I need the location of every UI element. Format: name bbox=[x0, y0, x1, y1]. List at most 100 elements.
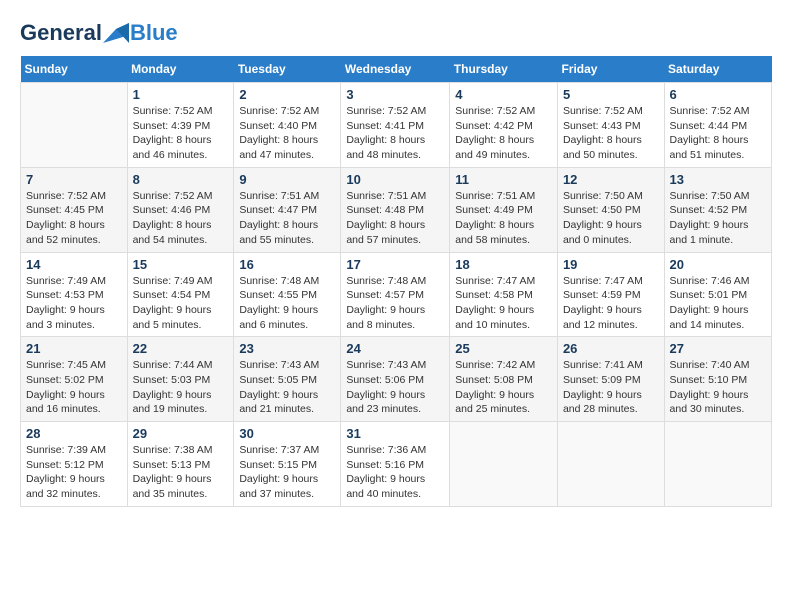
day-number: 17 bbox=[346, 257, 444, 272]
day-number: 23 bbox=[239, 341, 335, 356]
day-cell: 22Sunrise: 7:44 AMSunset: 5:03 PMDayligh… bbox=[127, 337, 234, 422]
week-row-1: 1 Sunrise: 7:52 AMSunset: 4:39 PMDaylight… bbox=[21, 83, 772, 168]
col-header-wednesday: Wednesday bbox=[341, 56, 450, 83]
day-info: Sunrise: 7:45 AMSunset: 5:02 PMDaylight:… bbox=[26, 358, 122, 417]
day-info: Sunrise: 7:49 AMSunset: 4:54 PMDaylight:… bbox=[133, 274, 229, 333]
day-cell: 26 Sunrise: 7:41 AMSunset: 5:09 PMDayligh… bbox=[557, 337, 664, 422]
day-cell: 9 Sunrise: 7:51 AMSunset: 4:47 PMDaylight… bbox=[234, 167, 341, 252]
day-cell bbox=[450, 422, 558, 507]
day-number: 19 bbox=[563, 257, 659, 272]
day-number: 3 bbox=[346, 87, 444, 102]
day-cell bbox=[557, 422, 664, 507]
calendar-table: SundayMondayTuesdayWednesdayThursdayFrid… bbox=[20, 56, 772, 507]
day-info: Sunrise: 7:48 AMSunset: 4:57 PMDaylight:… bbox=[346, 274, 444, 333]
week-row-3: 14Sunrise: 7:49 AMSunset: 4:53 PMDayligh… bbox=[21, 252, 772, 337]
day-number: 9 bbox=[239, 172, 335, 187]
day-info: Sunrise: 7:52 AMSunset: 4:43 PMDaylight:… bbox=[563, 104, 659, 163]
day-info: Sunrise: 7:52 AMSunset: 4:39 PMDaylight:… bbox=[133, 104, 229, 163]
day-number: 5 bbox=[563, 87, 659, 102]
day-cell bbox=[664, 422, 771, 507]
day-cell: 5 Sunrise: 7:52 AMSunset: 4:43 PMDaylight… bbox=[557, 83, 664, 168]
day-info: Sunrise: 7:44 AMSunset: 5:03 PMDaylight:… bbox=[133, 358, 229, 417]
day-number: 7 bbox=[26, 172, 122, 187]
day-number: 1 bbox=[133, 87, 229, 102]
day-info: Sunrise: 7:48 AMSunset: 4:55 PMDaylight:… bbox=[239, 274, 335, 333]
col-header-sunday: Sunday bbox=[21, 56, 128, 83]
day-cell: 12 Sunrise: 7:50 AMSunset: 4:50 PMDayligh… bbox=[557, 167, 664, 252]
day-cell: 6 Sunrise: 7:52 AMSunset: 4:44 PMDaylight… bbox=[664, 83, 771, 168]
day-cell: 16 Sunrise: 7:48 AMSunset: 4:55 PMDayligh… bbox=[234, 252, 341, 337]
day-number: 15 bbox=[133, 257, 229, 272]
day-info: Sunrise: 7:52 AMSunset: 4:42 PMDaylight:… bbox=[455, 104, 552, 163]
col-header-friday: Friday bbox=[557, 56, 664, 83]
day-number: 4 bbox=[455, 87, 552, 102]
day-cell: 3 Sunrise: 7:52 AMSunset: 4:41 PMDaylight… bbox=[341, 83, 450, 168]
day-info: Sunrise: 7:38 AMSunset: 5:13 PMDaylight:… bbox=[133, 443, 229, 502]
day-number: 10 bbox=[346, 172, 444, 187]
day-number: 31 bbox=[346, 426, 444, 441]
page-header: General Blue bbox=[20, 20, 772, 46]
day-cell: 15 Sunrise: 7:49 AMSunset: 4:54 PMDayligh… bbox=[127, 252, 234, 337]
day-cell: 13Sunrise: 7:50 AMSunset: 4:52 PMDayligh… bbox=[664, 167, 771, 252]
day-info: Sunrise: 7:47 AMSunset: 4:59 PMDaylight:… bbox=[563, 274, 659, 333]
day-cell: 29 Sunrise: 7:38 AMSunset: 5:13 PMDayligh… bbox=[127, 422, 234, 507]
day-info: Sunrise: 7:52 AMSunset: 4:45 PMDaylight:… bbox=[26, 189, 122, 248]
day-cell: 17 Sunrise: 7:48 AMSunset: 4:57 PMDayligh… bbox=[341, 252, 450, 337]
day-cell: 21Sunrise: 7:45 AMSunset: 5:02 PMDayligh… bbox=[21, 337, 128, 422]
day-number: 24 bbox=[346, 341, 444, 356]
day-cell: 7 Sunrise: 7:52 AMSunset: 4:45 PMDaylight… bbox=[21, 167, 128, 252]
day-info: Sunrise: 7:43 AMSunset: 5:05 PMDaylight:… bbox=[239, 358, 335, 417]
col-header-monday: Monday bbox=[127, 56, 234, 83]
day-info: Sunrise: 7:46 AMSunset: 5:01 PMDaylight:… bbox=[670, 274, 766, 333]
logo-general-text: General bbox=[20, 20, 102, 46]
day-info: Sunrise: 7:52 AMSunset: 4:41 PMDaylight:… bbox=[346, 104, 444, 163]
day-number: 16 bbox=[239, 257, 335, 272]
day-info: Sunrise: 7:52 AMSunset: 4:46 PMDaylight:… bbox=[133, 189, 229, 248]
day-number: 26 bbox=[563, 341, 659, 356]
day-cell: 2Sunrise: 7:52 AMSunset: 4:40 PMDaylight… bbox=[234, 83, 341, 168]
day-number: 18 bbox=[455, 257, 552, 272]
day-cell: 25 Sunrise: 7:42 AMSunset: 5:08 PMDayligh… bbox=[450, 337, 558, 422]
day-cell: 20Sunrise: 7:46 AMSunset: 5:01 PMDayligh… bbox=[664, 252, 771, 337]
day-cell: 1 Sunrise: 7:52 AMSunset: 4:39 PMDaylight… bbox=[127, 83, 234, 168]
day-info: Sunrise: 7:43 AMSunset: 5:06 PMDaylight:… bbox=[346, 358, 444, 417]
logo-bird-icon bbox=[103, 23, 129, 43]
day-number: 13 bbox=[670, 172, 766, 187]
day-cell: 11 Sunrise: 7:51 AMSunset: 4:49 PMDayligh… bbox=[450, 167, 558, 252]
day-number: 14 bbox=[26, 257, 122, 272]
col-header-saturday: Saturday bbox=[664, 56, 771, 83]
day-number: 30 bbox=[239, 426, 335, 441]
week-row-2: 7 Sunrise: 7:52 AMSunset: 4:45 PMDaylight… bbox=[21, 167, 772, 252]
day-number: 6 bbox=[670, 87, 766, 102]
day-number: 29 bbox=[133, 426, 229, 441]
day-info: Sunrise: 7:52 AMSunset: 4:44 PMDaylight:… bbox=[670, 104, 766, 163]
day-cell: 30Sunrise: 7:37 AMSunset: 5:15 PMDayligh… bbox=[234, 422, 341, 507]
day-info: Sunrise: 7:42 AMSunset: 5:08 PMDaylight:… bbox=[455, 358, 552, 417]
day-info: Sunrise: 7:36 AMSunset: 5:16 PMDaylight:… bbox=[346, 443, 444, 502]
day-info: Sunrise: 7:47 AMSunset: 4:58 PMDaylight:… bbox=[455, 274, 552, 333]
day-info: Sunrise: 7:50 AMSunset: 4:50 PMDaylight:… bbox=[563, 189, 659, 248]
day-number: 27 bbox=[670, 341, 766, 356]
day-number: 12 bbox=[563, 172, 659, 187]
day-number: 11 bbox=[455, 172, 552, 187]
day-number: 2 bbox=[239, 87, 335, 102]
day-cell: 10Sunrise: 7:51 AMSunset: 4:48 PMDayligh… bbox=[341, 167, 450, 252]
week-row-5: 28Sunrise: 7:39 AMSunset: 5:12 PMDayligh… bbox=[21, 422, 772, 507]
day-info: Sunrise: 7:51 AMSunset: 4:47 PMDaylight:… bbox=[239, 189, 335, 248]
day-cell: 31 Sunrise: 7:36 AMSunset: 5:16 PMDayligh… bbox=[341, 422, 450, 507]
calendar-header-row: SundayMondayTuesdayWednesdayThursdayFrid… bbox=[21, 56, 772, 83]
day-info: Sunrise: 7:41 AMSunset: 5:09 PMDaylight:… bbox=[563, 358, 659, 417]
day-info: Sunrise: 7:39 AMSunset: 5:12 PMDaylight:… bbox=[26, 443, 122, 502]
day-info: Sunrise: 7:51 AMSunset: 4:49 PMDaylight:… bbox=[455, 189, 552, 248]
day-cell: 27Sunrise: 7:40 AMSunset: 5:10 PMDayligh… bbox=[664, 337, 771, 422]
day-cell: 24 Sunrise: 7:43 AMSunset: 5:06 PMDayligh… bbox=[341, 337, 450, 422]
week-row-4: 21Sunrise: 7:45 AMSunset: 5:02 PMDayligh… bbox=[21, 337, 772, 422]
day-cell: 18 Sunrise: 7:47 AMSunset: 4:58 PMDayligh… bbox=[450, 252, 558, 337]
day-number: 8 bbox=[133, 172, 229, 187]
day-number: 25 bbox=[455, 341, 552, 356]
col-header-tuesday: Tuesday bbox=[234, 56, 341, 83]
day-cell: 28Sunrise: 7:39 AMSunset: 5:12 PMDayligh… bbox=[21, 422, 128, 507]
day-cell: 14Sunrise: 7:49 AMSunset: 4:53 PMDayligh… bbox=[21, 252, 128, 337]
day-cell: 23 Sunrise: 7:43 AMSunset: 5:05 PMDayligh… bbox=[234, 337, 341, 422]
calendar-body: 1 Sunrise: 7:52 AMSunset: 4:39 PMDaylight… bbox=[21, 83, 772, 507]
